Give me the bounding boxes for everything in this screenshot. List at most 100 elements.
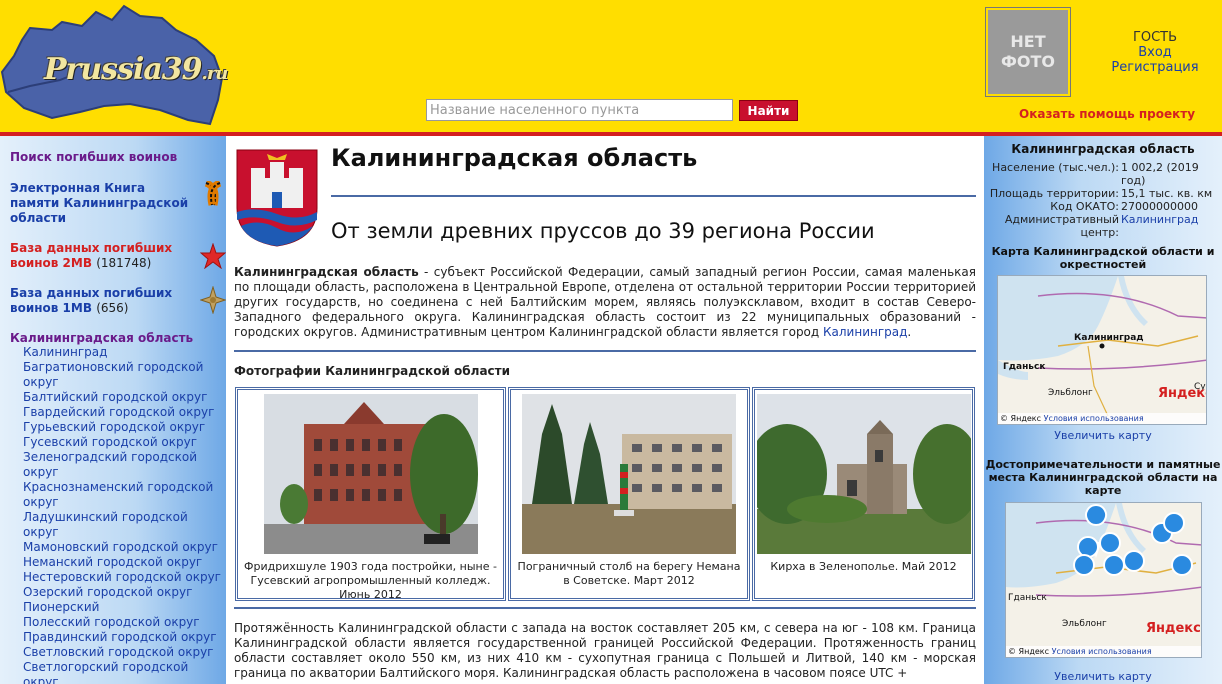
intro-end: .: [907, 325, 912, 339]
district-item: Светлогорский городской округ: [23, 660, 226, 684]
geography-paragraph: Протяжённость Калининградской области с …: [234, 621, 976, 680]
landmarks-map[interactable]: Гданьск Эльблонг Яндекс © Яндекс Условия…: [1005, 502, 1202, 658]
no-photo-placeholder: НЕТ ФОТО: [988, 10, 1068, 94]
map-footer: © Яндекс Условия использования: [998, 413, 1206, 424]
district-item: Правдинский городской округ: [23, 630, 226, 645]
district-link[interactable]: Краснознаменский городской округ: [23, 480, 213, 509]
map2-heading: Достопримечательности и памятные места К…: [985, 458, 1221, 497]
map-label-kaliningrad: Калининград: [1074, 333, 1144, 343]
map2-label-elblong: Эльблонг: [1062, 619, 1107, 629]
photo-church-ruins: [756, 394, 971, 554]
memory-book-link[interactable]: Электронная Книга памяти Калининградской…: [10, 181, 188, 225]
district-item: Озерский городской округ: [23, 585, 226, 600]
user-panel: ГОСТЬ Вход Регистрация: [1100, 30, 1210, 75]
district-link[interactable]: Гвардейский городской округ: [23, 405, 214, 419]
site-logo[interactable]: Prussia39.ru: [0, 0, 228, 130]
stat-row: Площадь территории: 15,1 тыс. кв. км: [984, 187, 1222, 200]
memory-book-block: Электронная Книга памяти Калининградской…: [10, 181, 226, 226]
district-item: Гурьевский городской округ: [23, 420, 226, 435]
district-item: Краснознаменский городской округ: [23, 480, 226, 510]
district-link[interactable]: Нестеровский городской округ: [23, 570, 221, 584]
region-link[interactable]: Калининградская область: [10, 331, 226, 345]
intro-bold: Калининградская область: [234, 265, 419, 279]
photo-caption-2: Пограничный столб на берегу Немана в Сов…: [517, 560, 741, 587]
district-item: Гусевский городской округ: [23, 435, 226, 450]
main-content: Калининградская область От земли древних…: [226, 136, 984, 684]
st-george-cross-icon: [200, 286, 226, 314]
enlarge-map-link-1[interactable]: Увеличить карту: [984, 429, 1222, 442]
district-item: Пионерский: [23, 600, 226, 615]
region-map-image: [998, 276, 1206, 424]
district-link[interactable]: Светлогорский городской округ: [23, 660, 188, 684]
yandex-logo-2: Яндекс: [1146, 621, 1201, 636]
district-item: Калининград: [23, 345, 226, 360]
stat-value: 15,1 тыс. кв. км: [1121, 187, 1213, 200]
district-item: Балтийский городской округ: [23, 390, 226, 405]
stat-row: Население (тыс.чел.): 1 002,2 (2019 год): [984, 161, 1222, 187]
st-george-ribbon-icon: [204, 181, 222, 206]
map2-copyright: © Яндекс: [1008, 647, 1050, 656]
db-ww1-count: (656): [96, 301, 129, 315]
map1-heading: Карта Калининградской области и окрестно…: [991, 245, 1215, 271]
register-link[interactable]: Регистрация: [1100, 60, 1210, 75]
stat-key: Код ОКАТО:: [1050, 200, 1119, 213]
district-link[interactable]: Зеленоградский городской округ: [23, 450, 197, 479]
district-item: Багратионовский городской округ: [23, 360, 226, 390]
district-item: Зеленоградский городской округ: [23, 450, 226, 480]
photo-friedrichschule: [263, 394, 478, 554]
photo-card-2[interactable]: Пограничный столб на берегу Немана в Сов…: [508, 387, 750, 601]
section-divider: [234, 350, 976, 352]
photo-caption-1: Фридрихшуле 1903 года постройки, ныне - …: [244, 560, 497, 601]
photo-card-3[interactable]: Кирха в Зеленополье. Май 2012: [752, 387, 975, 601]
settlement-search-input[interactable]: [426, 99, 733, 121]
district-link[interactable]: Мамоновский городской округ: [23, 540, 218, 554]
page-title: Калининградская область: [331, 144, 698, 172]
user-avatar: НЕТ ФОТО: [985, 7, 1071, 97]
district-link[interactable]: Полесский городской округ: [23, 615, 200, 629]
stat-key: Административный центр:: [1004, 213, 1119, 239]
login-link[interactable]: Вход: [1100, 45, 1210, 60]
photo-card-1[interactable]: Фридрихшуле 1903 года постройки, ныне - …: [235, 387, 506, 601]
region-stats-table: Население (тыс.чел.): 1 002,2 (2019 год)…: [984, 161, 1222, 239]
district-list: Калининград Багратионовский городской окр…: [10, 345, 226, 684]
red-star-icon: [200, 243, 226, 269]
district-link[interactable]: Гусевский городской округ: [23, 435, 197, 449]
region-map[interactable]: Калининград Гданьск Эльблонг Сув Яндекс …: [997, 275, 1207, 425]
photos-heading: Фотографии Калининградской области: [234, 364, 511, 378]
enlarge-map-link-2[interactable]: Увеличить карту: [984, 670, 1222, 683]
db-ww1-link[interactable]: База данных погибших воинов 1МВ: [10, 286, 172, 315]
admin-center-link[interactable]: Калининград: [1121, 213, 1198, 226]
stat-value: Калининград: [1121, 213, 1222, 239]
search-fallen-block: Поиск погибших воинов: [10, 150, 226, 165]
district-item: Гвардейский городской округ: [23, 405, 226, 420]
district-link[interactable]: Озерский городской округ: [23, 585, 192, 599]
district-link[interactable]: Гурьевский городской округ: [23, 420, 205, 434]
photo-border-post: [522, 394, 736, 554]
district-link[interactable]: Ладушкинский городской округ: [23, 510, 188, 539]
district-link[interactable]: Балтийский городской округ: [23, 390, 207, 404]
district-item: Светловский городской округ: [23, 645, 226, 660]
intro-paragraph: Калининградская область - субъект Россий…: [234, 265, 976, 340]
district-link[interactable]: Светловский городской округ: [23, 645, 213, 659]
map-terms-link[interactable]: Условия использования: [1044, 414, 1144, 423]
district-link[interactable]: Калининград: [23, 345, 107, 359]
district-link[interactable]: Багратионовский городской округ: [23, 360, 203, 389]
stat-key: Площадь территории:: [989, 187, 1119, 200]
search-button[interactable]: Найти: [739, 100, 798, 121]
left-sidebar: Поиск погибших воинов Электронная Книга …: [0, 136, 226, 684]
map2-footer: © Яндекс Условия использования: [1006, 646, 1201, 657]
search-fallen-link[interactable]: Поиск погибших воинов: [10, 150, 177, 164]
map-label-elblong: Эльблонг: [1048, 388, 1093, 398]
district-link[interactable]: Пионерский: [23, 600, 99, 614]
kaliningrad-city-link[interactable]: Калининград: [823, 325, 907, 339]
district-link[interactable]: Правдинский городской округ: [23, 630, 217, 644]
help-project-link[interactable]: Оказать помощь проекту: [1019, 107, 1195, 121]
map2-label-gdansk: Гданьск: [1008, 593, 1047, 603]
district-item: Неманский городской округ: [23, 555, 226, 570]
map2-terms-link[interactable]: Условия использования: [1052, 647, 1152, 656]
map-label-gdansk: Гданьск: [1003, 362, 1046, 372]
district-link[interactable]: Неманский городской округ: [23, 555, 202, 569]
stat-row: Код ОКАТО: 27000000000: [984, 200, 1222, 213]
db-ww2-count: (181748): [96, 256, 152, 270]
kaliningrad-coat-of-arms-icon: [236, 149, 318, 247]
